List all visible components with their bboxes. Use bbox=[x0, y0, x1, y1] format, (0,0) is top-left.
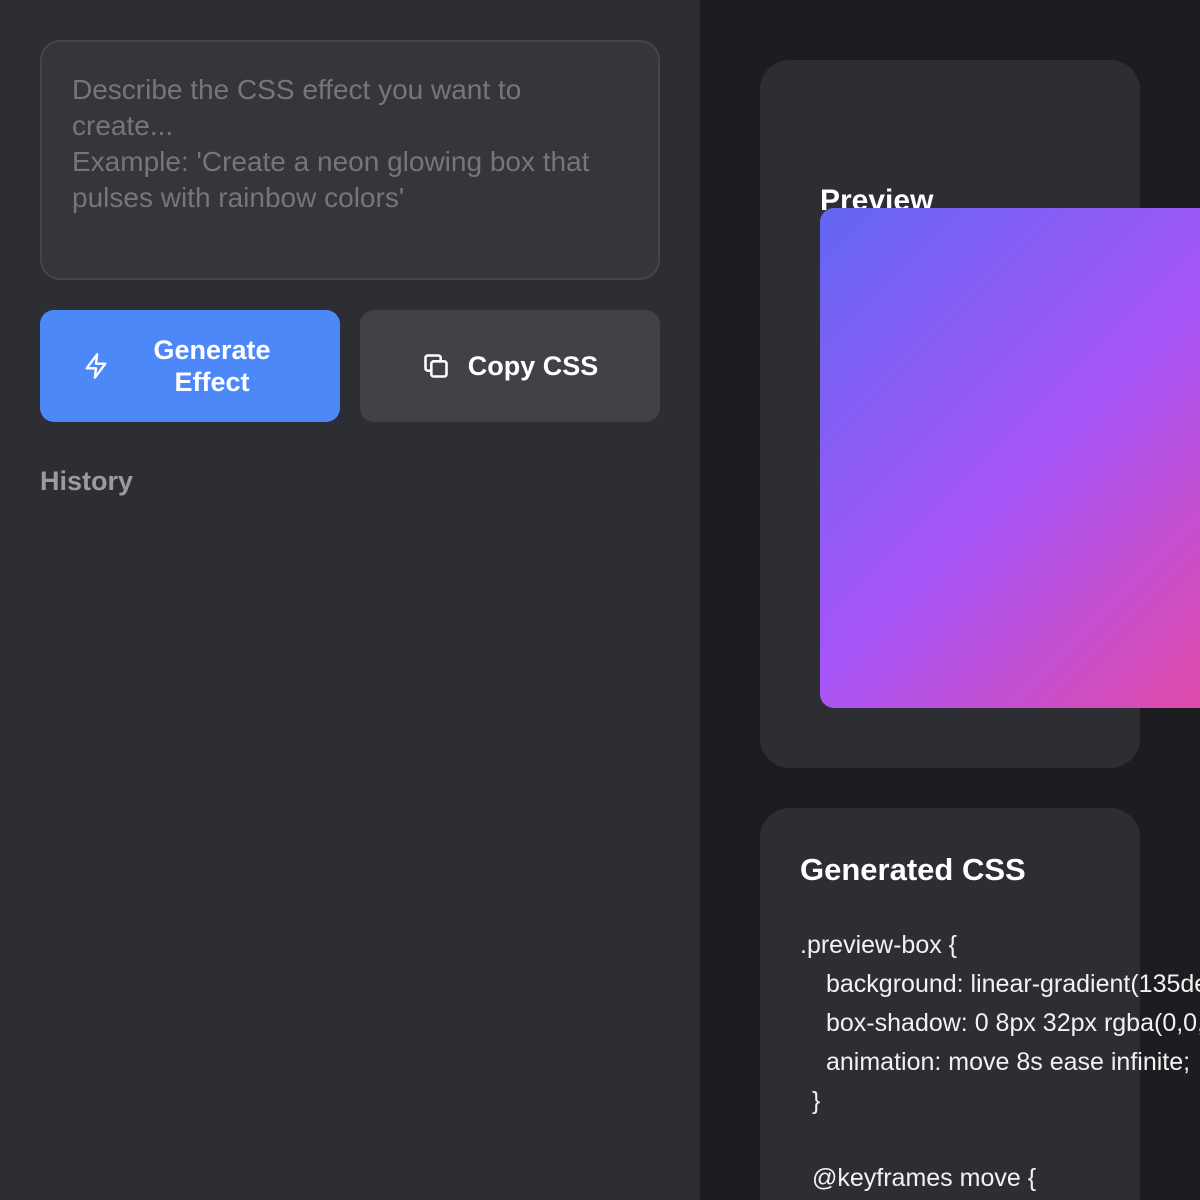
css-code-line: background: linear-gradient(135deg, #636… bbox=[826, 970, 1200, 998]
css-code-line: @keyframes move { bbox=[812, 1164, 1037, 1192]
generate-effect-label: Generate Effect bbox=[153, 335, 271, 397]
copy-icon bbox=[423, 354, 448, 378]
preview-box bbox=[820, 208, 1200, 708]
lightning-bolt-icon bbox=[85, 353, 107, 379]
history-heading: History bbox=[40, 466, 134, 496]
copy-css-label: Copy CSS bbox=[467, 350, 599, 381]
effect-description-input[interactable] bbox=[40, 40, 660, 280]
app-window: Generate Effect Copy CSS History Preview… bbox=[0, 0, 1200, 1200]
generate-effect-button[interactable]: Generate Effect bbox=[40, 310, 340, 422]
css-code-line: } bbox=[812, 1087, 821, 1115]
copy-css-button[interactable]: Copy CSS bbox=[360, 310, 660, 422]
generated-css-heading: Generated CSS bbox=[800, 852, 1026, 887]
css-code-line: .preview-box { bbox=[800, 931, 958, 959]
editor-panel: Generate Effect Copy CSS History bbox=[0, 0, 700, 1200]
generated-css-code: .preview-box { background: linear-gradien… bbox=[800, 926, 1200, 1198]
css-code-line: box-shadow: 0 8px 32px rgba(0,0,0,0.3); bbox=[826, 1009, 1200, 1037]
css-code-line: animation: move 8s ease infinite; bbox=[826, 1048, 1191, 1076]
